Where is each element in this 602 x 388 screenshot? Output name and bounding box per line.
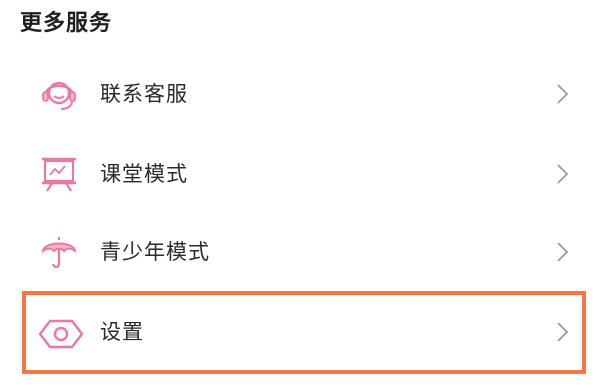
menu-item-teen-mode[interactable]: 青少年模式 [22,212,584,292]
menu-item-label: 青少年模式 [100,240,210,264]
menu-item-settings[interactable]: 设置 [22,291,586,374]
chevron-right-icon [550,162,574,186]
menu-item-label: 设置 [100,320,144,344]
chevron-right-icon [550,82,574,106]
chevron-right-icon [550,240,574,264]
menu-item-classroom-mode[interactable]: 课堂模式 [22,134,584,214]
chevron-right-icon [550,320,574,344]
more-services-menu: 联系客服 课堂模式 青少年模式 设置 [0,0,602,388]
presentation-board-icon [34,149,84,199]
menu-item-label: 课堂模式 [100,162,188,186]
customer-service-headset-icon [34,69,84,119]
umbrella-icon [34,227,84,277]
settings-hexagon-icon [36,309,86,359]
menu-item-contact-support[interactable]: 联系客服 [22,54,584,134]
menu-item-label: 联系客服 [100,82,188,106]
